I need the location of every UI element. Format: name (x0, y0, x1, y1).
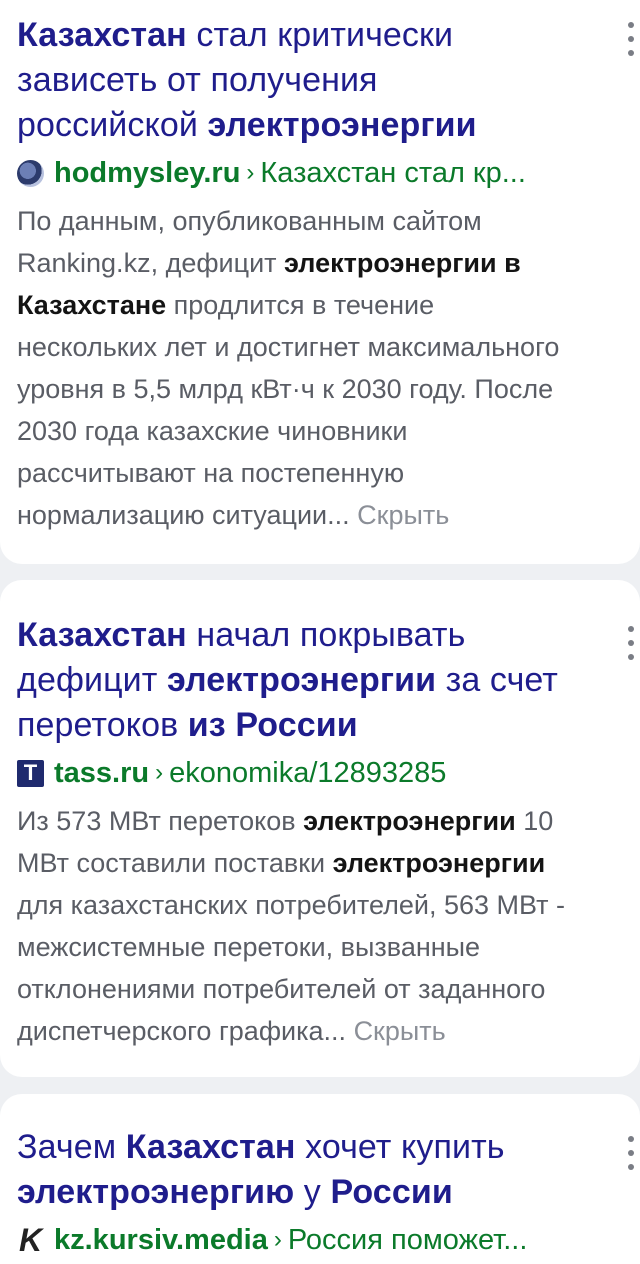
result-source[interactable]: K kz.kursiv.media › Россия поможет... (17, 1219, 640, 1261)
more-options-icon[interactable] (624, 626, 638, 660)
hide-snippet-link[interactable]: Скрыть (354, 1016, 446, 1046)
result-breadcrumb[interactable]: Казахстан стал кр... (260, 157, 526, 190)
hide-snippet-link[interactable]: Скрыть (357, 500, 449, 530)
result-domain[interactable]: kz.kursiv.media (54, 1224, 268, 1257)
title-highlight[interactable]: электроэнергии (208, 106, 477, 144)
breadcrumb-separator: › (246, 159, 255, 186)
result-domain[interactable]: hodmysley.ru (54, 157, 240, 190)
result-breadcrumb[interactable]: ekonomika/12893285 (169, 757, 446, 790)
result-source[interactable]: Т tass.ru › ekonomika/12893285 (17, 752, 640, 794)
result-source[interactable]: hodmysley.ru › Казахстан стал кр... (17, 152, 640, 194)
result-title-link[interactable]: Казахстан стал критически зависеть от по… (17, 0, 640, 148)
site-favicon-icon (17, 159, 44, 187)
result-snippet: По данным, опубликованным сайтом Ranking… (17, 206, 560, 530)
more-options-icon[interactable] (624, 22, 638, 56)
title-highlight[interactable]: электроэнергии (167, 661, 436, 699)
result-domain[interactable]: tass.ru (54, 757, 149, 790)
result-title-link[interactable]: Казахстан начал покрывать дефицит электр… (17, 580, 640, 748)
breadcrumb-separator: › (155, 759, 164, 786)
title-highlight[interactable]: Казахстан (17, 16, 187, 54)
result-breadcrumb[interactable]: Россия поможет... (288, 1224, 528, 1257)
result-snippet: Из 573 МВт перетоков электроэнергии 10 М… (17, 806, 565, 1046)
breadcrumb-separator: › (273, 1226, 282, 1253)
title-highlight[interactable]: электроэнергию (17, 1173, 294, 1211)
more-options-icon[interactable] (624, 1136, 638, 1170)
result-card: Зачем Казахстан хочет купить электроэнер… (0, 1094, 640, 1264)
result-card: Казахстан стал критически зависеть от по… (0, 0, 640, 564)
result-card: Казахстан начал покрывать дефицит электр… (0, 580, 640, 1077)
title-highlight[interactable]: Казахстан (126, 1128, 296, 1166)
title-highlight[interactable]: Казахстан (17, 616, 187, 654)
title-highlight[interactable]: из России (188, 706, 358, 744)
kursiv-favicon-icon: K (18, 1221, 43, 1258)
result-title-link[interactable]: Зачем Казахстан хочет купить электроэнер… (17, 1094, 640, 1215)
title-highlight[interactable]: России (330, 1173, 452, 1211)
tass-favicon-icon: Т (17, 759, 44, 787)
search-results: Казахстан стал критически зависеть от по… (0, 0, 640, 1264)
